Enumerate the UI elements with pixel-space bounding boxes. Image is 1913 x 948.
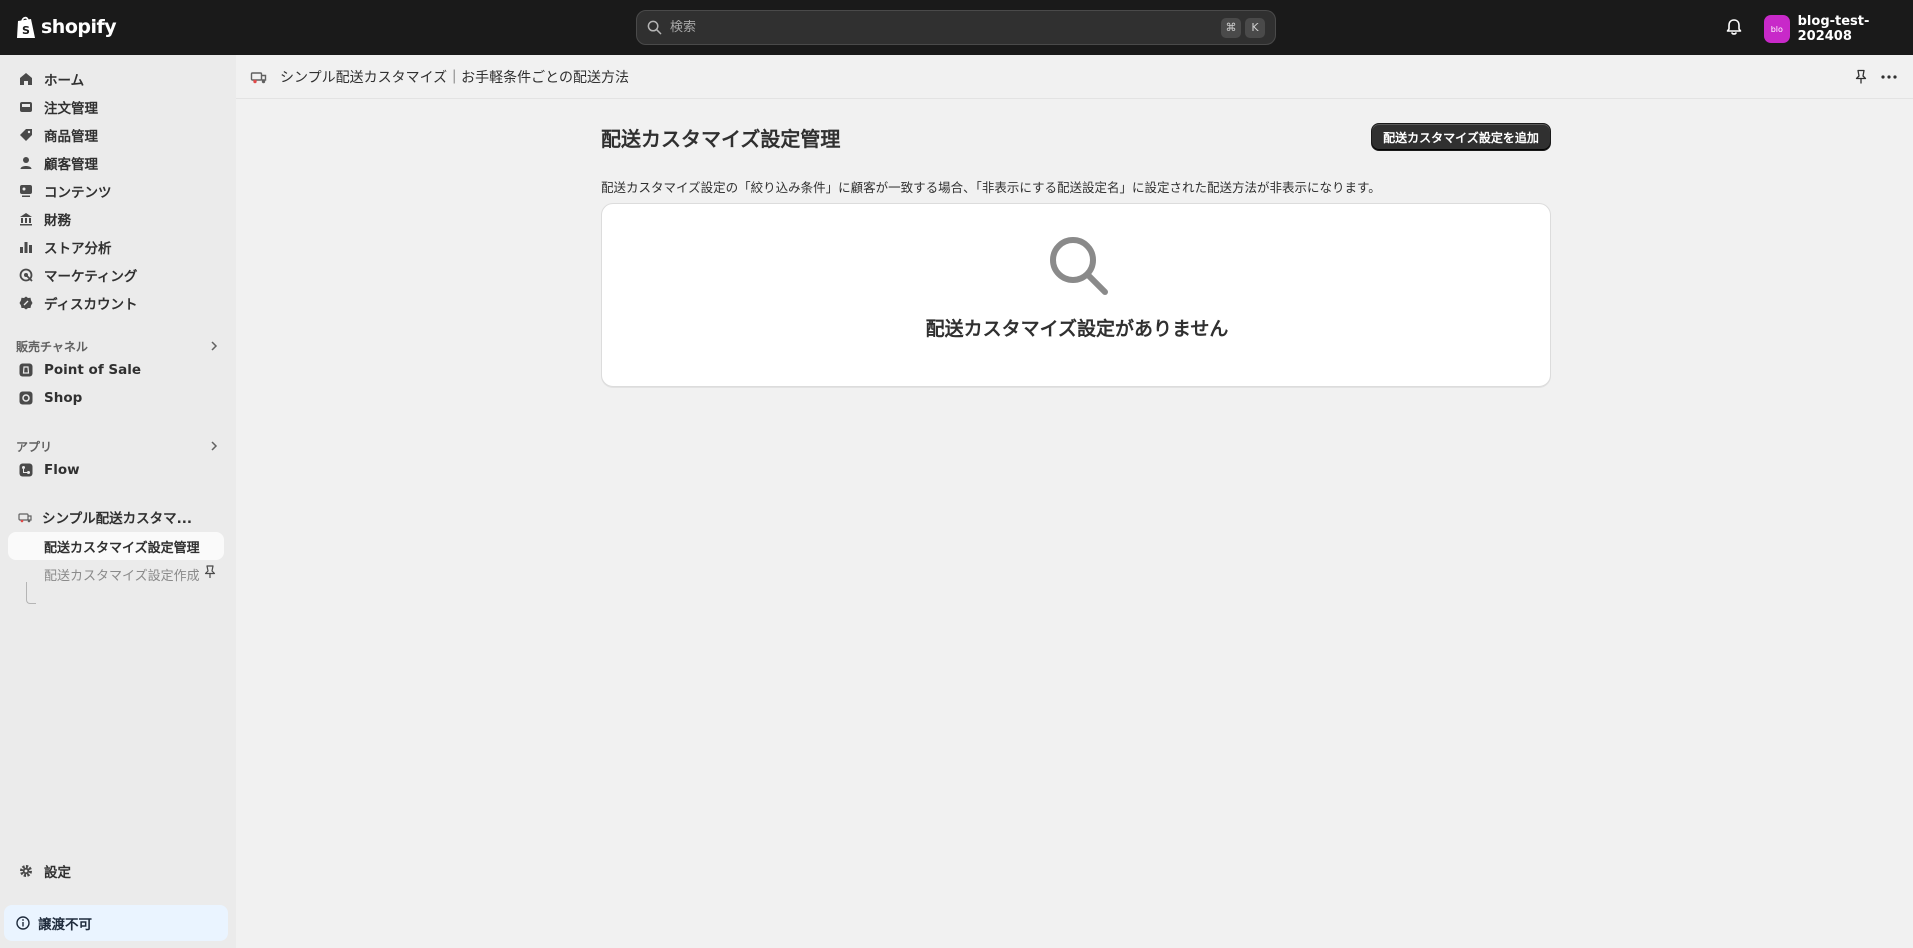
- bell-icon[interactable]: [1724, 17, 1744, 37]
- page-title: 配送カスタマイズ設定管理: [601, 127, 841, 151]
- sidebar-item-label: 設定: [44, 865, 71, 881]
- svg-text:S: S: [22, 24, 30, 37]
- sidebar-item-point-of-sale[interactable]: Point of Sale: [8, 356, 224, 384]
- sidebar-item-label: 注文管理: [44, 101, 98, 117]
- apps-heading: アプリ: [16, 440, 53, 454]
- app-title-bar: シンプル配送カスタマイズ｜お手軽条件ごとの配送方法: [236, 55, 1913, 99]
- gear-icon: [20, 865, 32, 877]
- store-menu[interactable]: blo blog-test-202408: [1764, 14, 1913, 44]
- tag-icon: [20, 129, 32, 141]
- shop-icon: [19, 391, 33, 405]
- sidebar-subitem-label: 配送カスタマイズ設定作成: [44, 568, 200, 584]
- sidebar-item-label: ストア分析: [44, 241, 112, 257]
- sidebar-item-label: Point of Sale: [44, 362, 142, 378]
- sidebar-item-label: ホーム: [44, 73, 85, 89]
- pin-icon[interactable]: [1853, 69, 1869, 85]
- flow-icon: [19, 463, 33, 477]
- sidebar: ホーム 注文管理 商品管理 顧客管理 コンテンツ 財務 ストア分析 マーケティン…: [0, 55, 236, 948]
- sidebar-item-label: シンプル配送カスタマ...: [42, 511, 192, 527]
- search-input[interactable]: [670, 20, 1217, 35]
- inbox-icon: [20, 102, 32, 112]
- sidebar-item-label: マーケティング: [44, 269, 138, 285]
- main-content: シンプル配送カスタマイズ｜お手軽条件ごとの配送方法 配送カスタマイズ設定管理 配…: [236, 55, 1913, 948]
- sidebar-item-label: 商品管理: [44, 129, 98, 145]
- sidebar-subitem-label: 配送カスタマイズ設定管理: [44, 540, 200, 556]
- add-shipping-customization-button[interactable]: 配送カスタマイズ設定を追加: [1371, 123, 1551, 151]
- sidebar-item-customers[interactable]: 顧客管理: [8, 149, 224, 177]
- sidebar-item-discounts[interactable]: ディスカウント: [8, 289, 224, 317]
- shortcut-key-k: K: [1245, 17, 1265, 38]
- sidebar-item-content[interactable]: コンテンツ: [8, 177, 224, 205]
- sidebar-item-flow[interactable]: Flow: [8, 456, 224, 484]
- empty-state-message: 配送カスタマイズ設定がありません: [925, 318, 1229, 340]
- shopify-bag-icon: S: [17, 16, 35, 38]
- page-description: 配送カスタマイズ設定の「絞り込み条件」に顧客が一致する場合、「非表示にする配送設…: [601, 180, 1381, 195]
- chevron-right-icon[interactable]: [208, 440, 220, 452]
- sidebar-item-marketing[interactable]: マーケティング: [8, 261, 224, 289]
- banner-label: 譲渡不可: [38, 917, 92, 933]
- sidebar-item-label: Flow: [44, 462, 80, 478]
- store-name: blog-test-202408: [1797, 14, 1870, 44]
- home-icon: [20, 73, 32, 85]
- search-icon: [647, 20, 662, 35]
- content-icon: [20, 185, 32, 197]
- delivery-app-icon: [18, 513, 32, 523]
- sidebar-item-analytics[interactable]: ストア分析: [8, 233, 224, 261]
- pos-icon: [19, 363, 33, 377]
- top-bar: S shopify ⌘ K blo blog-test-202408: [0, 0, 1913, 55]
- person-icon: [20, 157, 32, 169]
- sidebar-item-label: 顧客管理: [44, 157, 98, 173]
- sidebar-item-finance[interactable]: 財務: [8, 205, 224, 233]
- chevron-right-icon[interactable]: [208, 340, 220, 352]
- shortcut-key-cmd: ⌘: [1221, 17, 1241, 38]
- store-avatar: blo: [1764, 15, 1790, 43]
- sidebar-item-label: ディスカウント: [44, 297, 138, 313]
- search-bar[interactable]: ⌘ K: [636, 10, 1276, 45]
- sidebar-subitem-settings-create[interactable]: 配送カスタマイズ設定作成: [8, 560, 224, 588]
- logo-text: shopify: [41, 16, 117, 38]
- sidebar-item-orders[interactable]: 注文管理: [8, 93, 224, 121]
- bank-icon: [20, 213, 32, 226]
- shopify-logo[interactable]: S shopify: [15, 14, 117, 40]
- sidebar-item-home[interactable]: ホーム: [8, 65, 224, 93]
- sidebar-subitem-settings-management[interactable]: 配送カスタマイズ設定管理: [8, 532, 224, 560]
- bar-chart-icon: [20, 242, 32, 253]
- sidebar-item-settings[interactable]: 設定: [8, 857, 224, 885]
- search-icon: [1050, 237, 1108, 295]
- target-icon: [19, 268, 33, 282]
- sidebar-item-shop[interactable]: Shop: [8, 384, 224, 412]
- sales-channels-heading: 販売チャネル: [16, 340, 88, 354]
- sidebar-item-label: Shop: [44, 390, 83, 406]
- info-icon: [16, 916, 30, 930]
- sidebar-item-label: コンテンツ: [44, 185, 112, 201]
- app-title: シンプル配送カスタマイズ｜お手軽条件ごとの配送方法: [280, 69, 630, 86]
- more-options-icon[interactable]: [1879, 69, 1899, 85]
- delivery-app-icon: [250, 71, 267, 83]
- non-transferable-banner[interactable]: 譲渡不可: [4, 905, 228, 941]
- empty-state-card: 配送カスタマイズ設定がありません: [601, 203, 1551, 387]
- sidebar-item-products[interactable]: 商品管理: [8, 121, 224, 149]
- sidebar-item-current-app[interactable]: シンプル配送カスタマ...: [8, 503, 192, 531]
- discount-icon: [19, 296, 33, 310]
- sidebar-item-label: 財務: [44, 213, 71, 229]
